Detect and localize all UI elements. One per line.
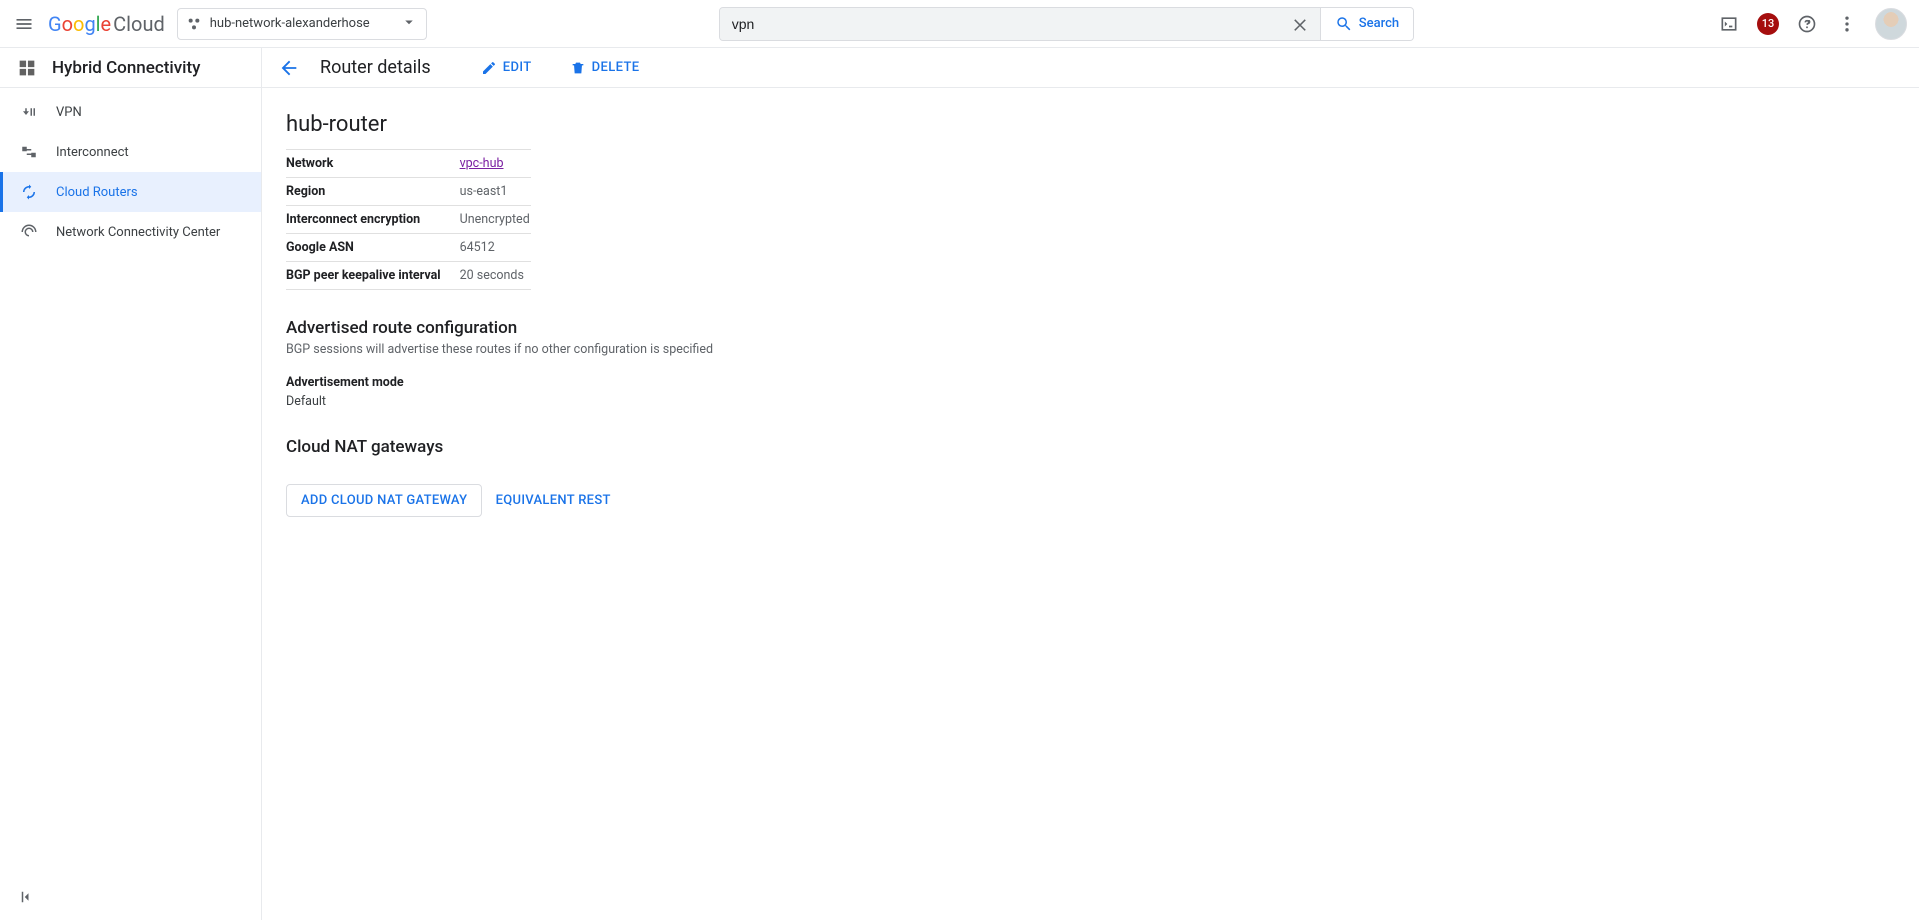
project-selector[interactable]: hub-network-alexanderhose [177, 8, 427, 40]
sidebar-item-label: Cloud Routers [56, 185, 138, 200]
search-clear-button[interactable] [1280, 8, 1320, 40]
sidebar-item-label: VPN [56, 105, 82, 120]
sidebar-item-ncc[interactable]: Network Connectivity Center [0, 212, 261, 252]
trash-icon [570, 60, 586, 76]
edit-label: EDIT [503, 60, 532, 75]
sidebar-item-label: Network Connectivity Center [56, 225, 220, 240]
project-name: hub-network-alexanderhose [210, 16, 370, 31]
advertisement-mode-label: Advertisement mode [286, 375, 1138, 390]
row-key: BGP peer keepalive interval [286, 262, 460, 290]
table-row: Google ASN 64512 [286, 234, 531, 262]
interconnect-icon [20, 143, 38, 161]
collapse-sidebar-button[interactable] [18, 888, 36, 910]
advertisement-mode-value: Default [286, 394, 1138, 409]
search-input[interactable] [720, 8, 1280, 40]
search-button-label: Search [1359, 16, 1399, 31]
sidebar-item-vpn[interactable]: VPN [0, 92, 261, 132]
vpn-icon [20, 103, 38, 121]
page-title: Router details [320, 57, 431, 78]
help-icon[interactable] [1795, 12, 1819, 36]
account-avatar[interactable] [1875, 8, 1907, 40]
more-menu-icon[interactable] [1835, 12, 1859, 36]
row-key: Region [286, 178, 460, 206]
cloud-shell-icon[interactable] [1717, 12, 1741, 36]
row-value: us-east1 [460, 178, 531, 206]
router-details-table: Network vpc-hub Region us-east1 Intercon… [286, 149, 531, 290]
table-row: Region us-east1 [286, 178, 531, 206]
row-key: Interconnect encryption [286, 206, 460, 234]
search-button[interactable]: Search [1320, 8, 1413, 40]
cloud-nat-heading: Cloud NAT gateways [286, 437, 1138, 457]
back-button[interactable] [278, 57, 300, 79]
row-value: 64512 [460, 234, 531, 262]
advertised-config-heading: Advertised route configuration [286, 318, 1138, 338]
network-link[interactable]: vpc-hub [460, 156, 504, 171]
chevron-down-icon [400, 13, 418, 35]
network-connectivity-center-icon [20, 223, 38, 241]
table-row: Network vpc-hub [286, 150, 531, 178]
cloud-routers-icon [20, 183, 38, 201]
delete-label: DELETE [592, 60, 640, 75]
advertised-config-desc: BGP sessions will advertise these routes… [286, 342, 1138, 357]
google-cloud-logo[interactable]: Google Cloud [48, 12, 165, 36]
table-row: BGP peer keepalive interval 20 seconds [286, 262, 531, 290]
row-value: Unencrypted [460, 206, 531, 234]
row-value: 20 seconds [460, 262, 531, 290]
add-cloud-nat-gateway-button[interactable]: ADD CLOUD NAT GATEWAY [286, 484, 482, 517]
product-title: Hybrid Connectivity [52, 58, 200, 78]
edit-button[interactable]: EDIT [481, 60, 532, 76]
sidebar-item-label: Interconnect [56, 145, 129, 160]
sidebar-item-interconnect[interactable]: Interconnect [0, 132, 261, 172]
equivalent-rest-button[interactable]: EQUIVALENT REST [486, 485, 621, 516]
nav-menu-button[interactable] [12, 12, 36, 36]
product-header: Hybrid Connectivity [0, 48, 261, 88]
notifications-badge[interactable]: 13 [1757, 13, 1779, 35]
router-name-heading: hub-router [286, 112, 1138, 137]
sidebar-item-cloud-routers[interactable]: Cloud Routers [0, 172, 261, 212]
table-row: Interconnect encryption Unencrypted [286, 206, 531, 234]
search-bar: Search [719, 7, 1414, 41]
hybrid-connectivity-icon [16, 57, 38, 79]
delete-button[interactable]: DELETE [570, 60, 640, 76]
row-key: Google ASN [286, 234, 460, 262]
pencil-icon [481, 60, 497, 76]
row-key: Network [286, 150, 460, 178]
